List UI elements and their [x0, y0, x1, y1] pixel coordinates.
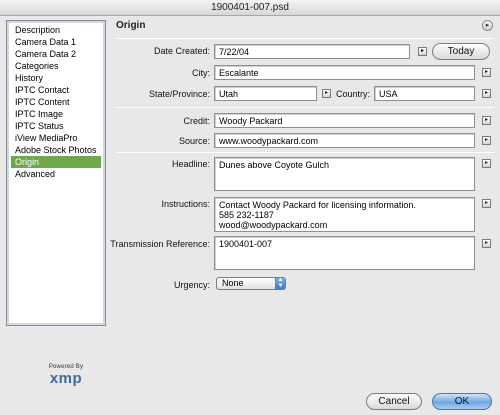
sidebar-item-iptc-status[interactable]: IPTC Status	[11, 120, 101, 132]
sidebar-item-iview-mediapro[interactable]: iView MediaPro	[11, 132, 101, 144]
sidebar-item-history[interactable]: History	[11, 72, 101, 84]
sidebar-item-camera-data-1[interactable]: Camera Data 1	[11, 36, 101, 48]
headline-menu-icon[interactable]: ▸	[482, 159, 491, 168]
city-field[interactable]: Escalante	[214, 65, 475, 80]
sidebar: Description Camera Data 1 Camera Data 2 …	[6, 20, 106, 326]
ok-button[interactable]: OK	[432, 393, 492, 410]
headline-field[interactable]: Dunes above Coyote Gulch	[214, 157, 475, 191]
date-created-field[interactable]: 7/22/04	[214, 44, 410, 59]
state-label: State/Province:	[148, 89, 210, 99]
instructions-label: Instructions:	[161, 199, 210, 209]
headline-label: Headline:	[171, 159, 210, 169]
panel-title: Origin	[116, 20, 146, 31]
country-field[interactable]: USA	[374, 86, 475, 101]
xmp-mark: xmp	[49, 370, 83, 387]
city-label: City:	[192, 68, 210, 78]
window-title: 1900401-007.psd	[0, 0, 500, 16]
state-menu-icon[interactable]: ▸	[322, 89, 331, 98]
sidebar-item-iptc-content[interactable]: IPTC Content	[11, 96, 101, 108]
state-field[interactable]: Utah	[214, 86, 317, 101]
credit-field[interactable]: Woody Packard	[214, 113, 475, 128]
sidebar-item-categories[interactable]: Categories	[11, 60, 101, 72]
source-field[interactable]: www.woodypackard.com	[214, 133, 475, 148]
sidebar-item-description[interactable]: Description	[11, 24, 101, 36]
urgency-select[interactable]: None ▲ ▼	[216, 277, 286, 290]
divider	[116, 152, 494, 153]
urgency-label: Urgency:	[173, 280, 210, 290]
sidebar-item-iptc-image[interactable]: IPTC Image	[11, 108, 101, 120]
xmp-logo: Powered By xmp	[36, 364, 96, 387]
sidebar-item-iptc-contact[interactable]: IPTC Contact	[11, 84, 101, 96]
transmission-reference-label: Transmission Reference:	[110, 239, 210, 249]
date-picker-icon[interactable]: ▸	[418, 47, 427, 56]
country-label: Country:	[335, 89, 370, 99]
sidebar-item-adobe-stock-photos[interactable]: Adobe Stock Photos	[11, 144, 101, 156]
cancel-button[interactable]: Cancel	[366, 393, 422, 410]
sidebar-item-origin[interactable]: Origin	[11, 156, 101, 168]
transmission-reference-field[interactable]: 1900401-007	[214, 236, 475, 270]
instructions-menu-icon[interactable]: ▸	[482, 199, 491, 208]
country-menu-icon[interactable]: ▸	[482, 89, 491, 98]
divider	[116, 107, 494, 108]
urgency-value: None	[222, 278, 244, 288]
source-menu-icon[interactable]: ▸	[482, 136, 491, 145]
panel-menu-icon[interactable]: ▸	[482, 20, 493, 31]
sidebar-item-camera-data-2[interactable]: Camera Data 2	[11, 48, 101, 60]
today-button[interactable]: Today	[432, 43, 490, 60]
sidebar-item-advanced[interactable]: Advanced	[11, 168, 101, 180]
popup-arrows-icon: ▲ ▼	[275, 277, 285, 289]
date-created-label: Date Created:	[153, 46, 210, 56]
transmission-reference-menu-icon[interactable]: ▸	[482, 239, 491, 248]
divider	[116, 38, 494, 39]
credit-menu-icon[interactable]: ▸	[482, 116, 491, 125]
source-label: Source:	[178, 136, 210, 146]
instructions-field[interactable]: Contact Woody Packard for licensing info…	[214, 197, 475, 232]
city-menu-icon[interactable]: ▸	[482, 68, 491, 77]
credit-label: Credit:	[183, 116, 210, 126]
